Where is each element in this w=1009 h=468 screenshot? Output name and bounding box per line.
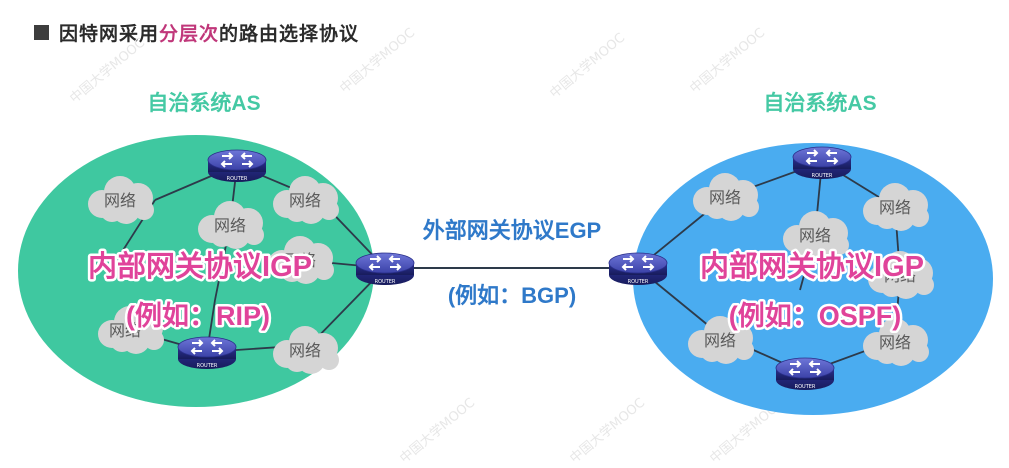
egp-example: (例如：BGP) — [448, 283, 576, 308]
router-icon: ROUTER — [355, 252, 415, 286]
igp-right-example: (例如：OSPF) — [729, 301, 902, 331]
router-label: ROUTER — [628, 279, 649, 285]
router-icon: ROUTER — [177, 336, 237, 370]
network-label: 网络 — [879, 333, 911, 352]
network-label: 网络 — [289, 341, 321, 360]
network-label: 网络 — [799, 226, 831, 245]
network-label: 网络 — [104, 191, 136, 210]
as-right-label: 自治系统AS — [763, 91, 876, 115]
router-label: ROUTER — [375, 279, 396, 285]
as-left-label: 自治系统AS — [147, 91, 260, 115]
network-label: 网络 — [214, 216, 246, 235]
router-label: ROUTER — [812, 173, 833, 179]
network-label: 网络 — [709, 188, 741, 207]
routing-diagram: 自治系统AS 自治系统AS 网络 网络 网络 网络 网络 网络 网络 网络 网络… — [18, 91, 993, 415]
network-label: 网络 — [704, 331, 736, 350]
network-label: 网络 — [289, 191, 321, 210]
router-icon: ROUTER — [608, 252, 668, 286]
igp-right-protocol: 内部网关协议IGP — [700, 249, 924, 283]
router-icon: ROUTER — [792, 146, 852, 180]
router-icon: ROUTER — [207, 149, 267, 183]
router-label: ROUTER — [197, 363, 218, 369]
igp-left-example: (例如：RIP) — [126, 301, 270, 331]
router-label: ROUTER — [795, 384, 816, 390]
igp-left-protocol: 内部网关协议IGP — [88, 249, 312, 283]
router-icon: ROUTER — [775, 357, 835, 391]
network-label: 网络 — [879, 198, 911, 217]
router-label: ROUTER — [227, 176, 248, 182]
egp-protocol: 外部网关协议EGP — [423, 218, 601, 243]
